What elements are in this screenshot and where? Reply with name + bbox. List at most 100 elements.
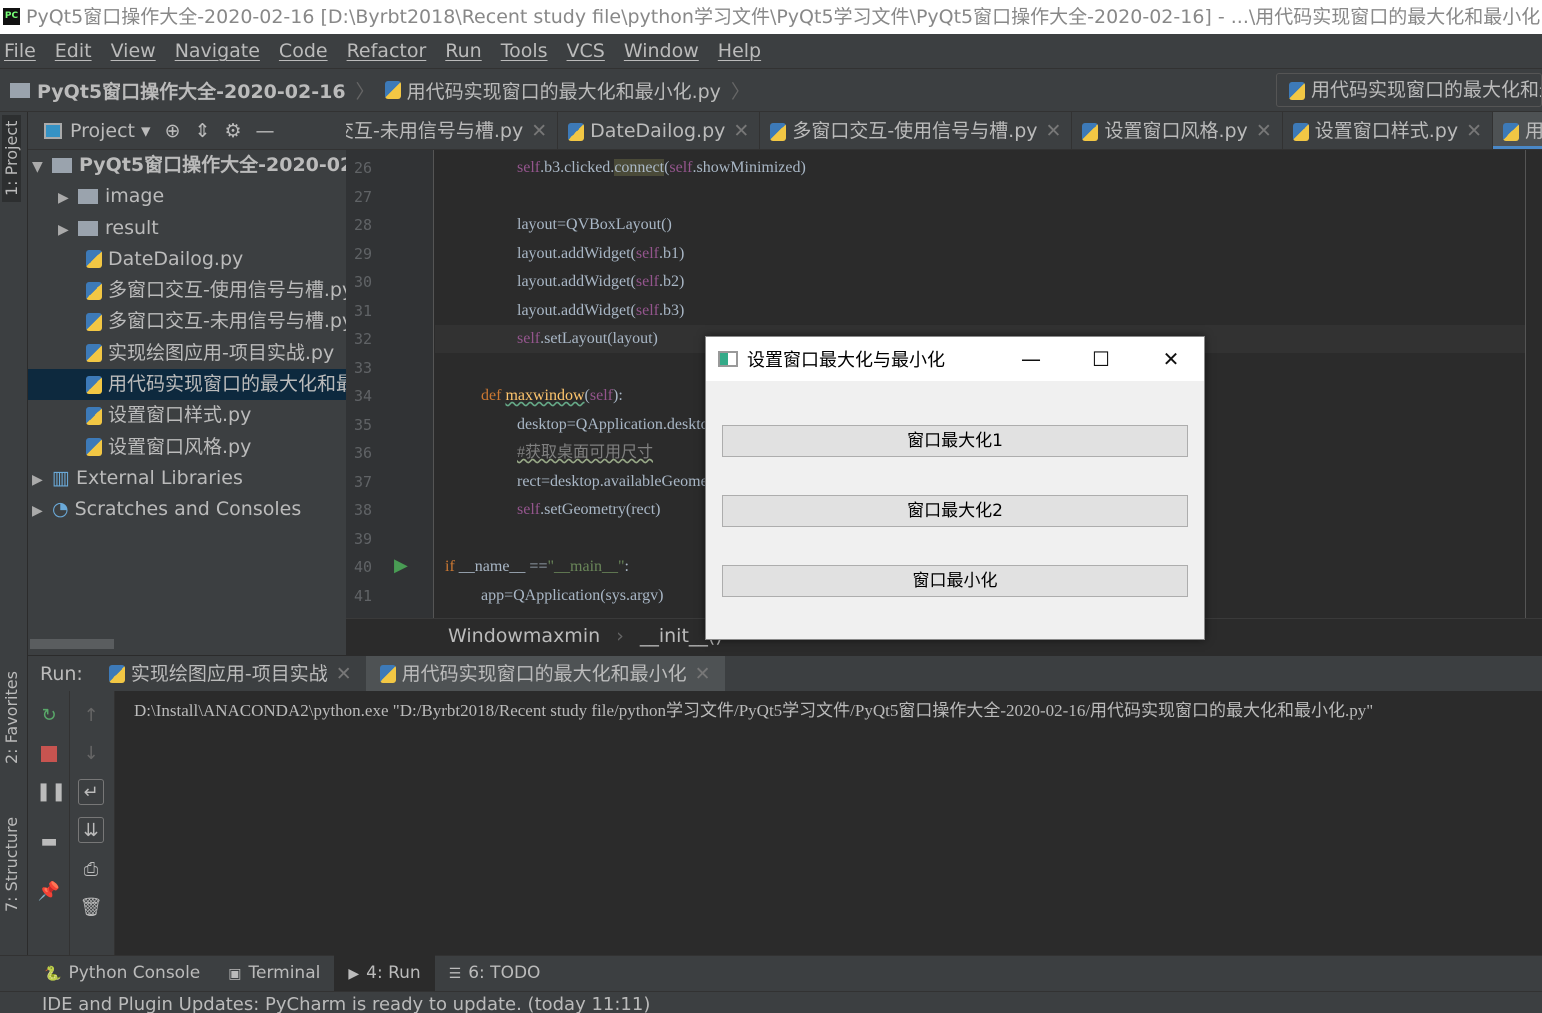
left-tool-stripe: 1: Project 2: Favorites 7: Structure [0, 112, 28, 955]
expand-arrow-icon[interactable]: ▶ [32, 465, 52, 494]
python-file-icon [86, 438, 102, 457]
close-tab-icon[interactable]: ✕ [336, 663, 352, 685]
run-tab[interactable]: 实现绘图应用-项目实战 ✕ [95, 656, 366, 692]
trash-icon[interactable]: 🗑 [78, 895, 104, 921]
layout-icon[interactable]: ▬ [36, 829, 62, 855]
maximize2-button[interactable]: 窗口最大化2 [722, 495, 1188, 527]
tree-scratches[interactable]: ▶ ◔ Scratches and Consoles [28, 494, 346, 525]
editor-tab[interactable]: DateDailog.py ✕ [558, 112, 761, 149]
tool-tab-favorites[interactable]: 2: Favorites [2, 671, 21, 764]
bottom-tab[interactable]: ☰ 6: TODO [435, 955, 555, 992]
run-gutter-icon[interactable]: ▶ [394, 555, 408, 576]
line-number: 29 [354, 244, 373, 263]
line-number: 34 [354, 387, 373, 405]
rerun-icon[interactable]: ↻ [36, 703, 62, 729]
bottom-tab[interactable]: 🐍 Python Console [30, 955, 214, 992]
run-tab-label: 实现绘图应用-项目实战 [130, 662, 328, 685]
expand-arrow-icon[interactable]: ▶ [58, 215, 78, 244]
code-line: self.setGeometry(rect) [517, 496, 661, 524]
gear-icon[interactable]: ⚙ [224, 120, 241, 142]
tree-item[interactable]: ▶ image [28, 181, 346, 212]
run-config-selector[interactable]: 用代码实现窗口的最大化和最小化 [1276, 73, 1542, 107]
editor-tab[interactable]: 多窗口交互-使用信号与槽.py ✕ [760, 112, 1073, 149]
tree-item[interactable]: 设置窗口样式.py [28, 400, 346, 431]
menu-code[interactable]: Code [279, 40, 328, 62]
tree-item[interactable]: 用代码实现窗口的最大化和最小化.py [28, 369, 346, 401]
tree-item[interactable]: ▶ result [28, 213, 346, 244]
editor-tab[interactable]: 设置窗口风格.py ✕ [1072, 112, 1283, 149]
code-token: layout.addWidget( [517, 273, 636, 290]
print-icon[interactable]: ⎙ [78, 857, 104, 883]
todo-icon: ☰ [448, 966, 462, 982]
down-arrow-icon[interactable]: ↓ [78, 741, 104, 767]
menu-file[interactable]: File [4, 40, 36, 62]
nav-file[interactable]: 用代码实现窗口的最大化和最小化.py [407, 77, 721, 104]
close-tab-icon[interactable]: ✕ [695, 663, 711, 685]
close-button[interactable]: ✕ [1136, 337, 1206, 381]
menu-vcs[interactable]: VCS [567, 40, 605, 62]
menu-edit[interactable]: Edit [55, 40, 92, 62]
close-tab-icon[interactable]: ✕ [531, 120, 547, 142]
soft-wrap-icon[interactable]: ↵ [78, 779, 104, 805]
tree-item[interactable]: DateDailog.py [28, 244, 346, 275]
editor-tab[interactable]: 多窗口交互-未用信号与槽.py ✕ [346, 112, 559, 149]
project-view-selector[interactable]: Project ▾ [44, 120, 151, 142]
run-console[interactable]: D:\Install\ANACONDA2\python.exe "D:/Byrb… [116, 691, 1542, 955]
bottom-tab[interactable]: ▶ 4: Run [334, 955, 435, 992]
up-arrow-icon[interactable]: ↑ [78, 703, 104, 729]
collapse-all-icon[interactable]: ⇕ [195, 120, 211, 142]
code-line: if __name__ =="__main__": [445, 553, 629, 581]
tree-item-label: 用代码实现窗口的最大化和最小化.py [108, 373, 346, 396]
line-number: 40 [354, 558, 373, 576]
code-token: .setGeometry(rect) [540, 501, 661, 518]
close-tab-icon[interactable]: ✕ [733, 120, 749, 142]
tab-label: 设置窗口风格.py [1104, 120, 1248, 142]
menu-tools[interactable]: Tools [501, 40, 548, 62]
console-output: D:\Install\ANACONDA2\python.exe "D:/Byrb… [134, 701, 1374, 720]
editor-tab[interactable]: 用代码实现窗口的最大化和最小化.py [1493, 112, 1542, 149]
hide-icon[interactable]: — [255, 120, 274, 142]
code-line: rect=desktop.availableGeometry() [517, 468, 736, 496]
tree-external[interactable]: ▶ ▥ External Libraries [28, 463, 346, 494]
close-tab-icon[interactable]: ✕ [1256, 120, 1272, 142]
python-file-icon [1503, 122, 1520, 141]
tree-root[interactable]: ▼ PyQt5窗口操作大全-2020-02-16 [28, 150, 346, 181]
maximize-button[interactable]: ☐ [1066, 337, 1136, 381]
menu-refactor[interactable]: Refactor [347, 40, 427, 62]
nav-project[interactable]: PyQt5窗口操作大全-2020-02-16 [37, 77, 346, 104]
run-tab[interactable]: 用代码实现窗口的最大化和最小化 ✕ [365, 655, 725, 692]
tree-item[interactable]: 多窗口交互-使用信号与槽.py [28, 275, 346, 306]
menu-view[interactable]: View [111, 40, 156, 62]
python-file-icon [86, 250, 102, 269]
menu-navigate[interactable]: Navigate [175, 40, 260, 62]
menu-help[interactable]: Help [718, 40, 761, 62]
pause-icon[interactable]: ❚❚ [36, 779, 66, 805]
run-toolbar-secondary: ↑ ↓ ↵ ⇊ ⎙ 🗑 [70, 691, 115, 955]
expand-arrow-icon[interactable]: ▶ [58, 183, 78, 212]
pin-icon[interactable]: 📌 [36, 879, 62, 905]
editor-tab[interactable]: 设置窗口样式.py ✕ [1283, 112, 1494, 149]
tool-tab-structure[interactable]: 7: Structure [2, 817, 21, 912]
horizontal-scrollbar[interactable] [30, 639, 114, 649]
code-token: def [481, 387, 506, 404]
tool-tab-project[interactable]: 1: Project [2, 114, 21, 202]
breadcrumb-class[interactable]: Windowmaxmin [448, 625, 600, 647]
minimize-button[interactable]: — [996, 337, 1066, 381]
tree-item[interactable]: 实现绘图应用-项目实战.py [28, 338, 346, 369]
bottom-tab[interactable]: ▣ Terminal [214, 955, 334, 992]
close-tab-icon[interactable]: ✕ [1046, 120, 1062, 142]
stop-icon[interactable] [36, 741, 62, 767]
menu-window[interactable]: Window [624, 40, 699, 62]
line-number: 33 [354, 358, 373, 377]
expand-arrow-icon[interactable]: ▶ [32, 496, 52, 525]
status-message[interactable]: IDE and Plugin Updates: PyCharm is ready… [42, 994, 650, 1013]
maximize1-button[interactable]: 窗口最大化1 [722, 425, 1188, 457]
minimize-window-button[interactable]: 窗口最小化 [722, 565, 1188, 597]
close-tab-icon[interactable]: ✕ [1466, 120, 1482, 142]
tree-item[interactable]: 设置窗口风格.py [28, 432, 346, 463]
menu-run[interactable]: Run [445, 40, 481, 62]
expand-arrow-icon[interactable]: ▼ [32, 152, 52, 181]
tree-item[interactable]: 多窗口交互-未用信号与槽.py [28, 306, 346, 337]
scroll-to-end-icon[interactable]: ⇊ [78, 817, 104, 843]
locate-icon[interactable]: ⊕ [165, 120, 181, 142]
